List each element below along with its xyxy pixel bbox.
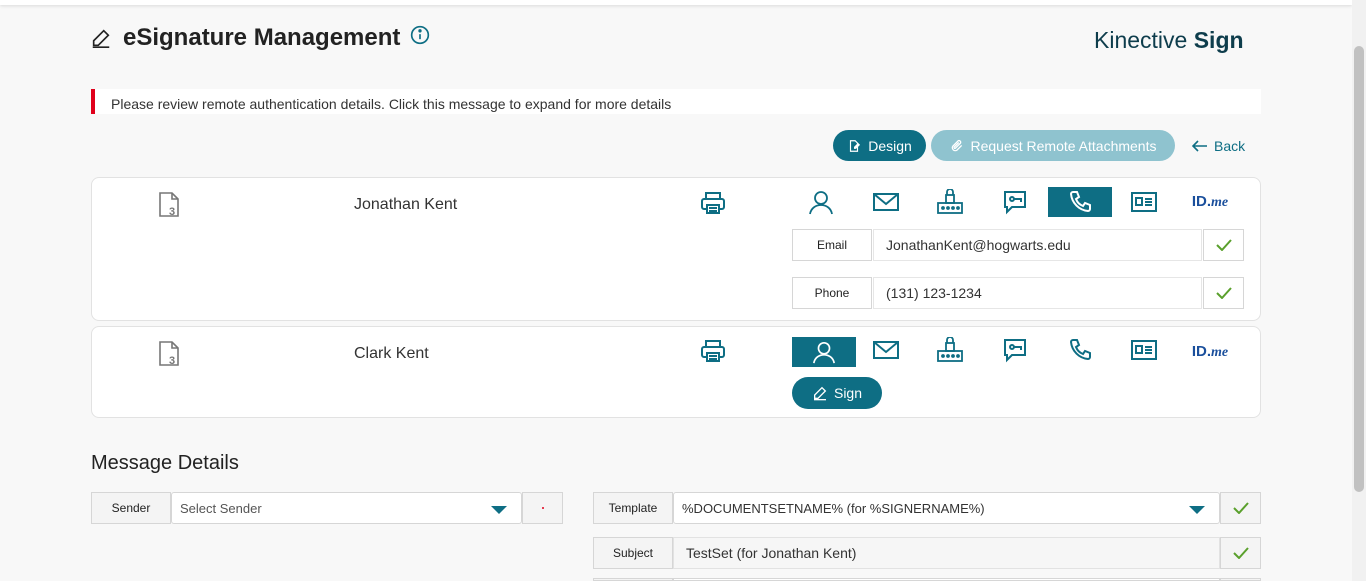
email-field-label: Email	[792, 229, 872, 261]
phone-auth-button[interactable]	[1048, 335, 1112, 365]
sign-label: Sign	[833, 385, 863, 401]
chevron-down-icon	[491, 506, 507, 514]
in-person-auth-button[interactable]	[792, 337, 856, 367]
scrollbar-thumb[interactable]	[1354, 46, 1364, 492]
signer-name: Jonathan Kent	[354, 196, 458, 213]
alert-text: Please review remote authentication deta…	[111, 96, 672, 112]
check-icon	[1232, 547, 1249, 559]
idme-auth-button[interactable]: ID.me	[1178, 187, 1242, 217]
phone-field-label: Phone	[792, 277, 872, 309]
person-icon	[809, 191, 833, 215]
arrow-left-icon	[1192, 140, 1207, 152]
chat-icon	[1004, 339, 1026, 363]
back-link[interactable]: Back	[1192, 138, 1245, 154]
svg-text:3: 3	[169, 355, 175, 367]
back-label: Back	[1214, 138, 1246, 154]
router-icon	[937, 189, 963, 214]
email-icon	[873, 193, 899, 211]
sender-placeholder: Select Sender	[180, 500, 262, 516]
sender-label: Sender	[91, 492, 171, 524]
idme-logo: ID.me	[1191, 343, 1229, 360]
svg-text:3: 3	[169, 206, 175, 218]
chat-icon	[1004, 191, 1026, 215]
person-icon	[813, 341, 835, 364]
phone-auth-button[interactable]	[1048, 187, 1112, 217]
email-auth-button[interactable]	[854, 335, 918, 365]
kba-auth-button[interactable]	[918, 335, 982, 365]
id-card-auth-button[interactable]	[1112, 187, 1176, 217]
idme-auth-button[interactable]: ID.me	[1178, 337, 1242, 367]
email-field[interactable]: JonathanKent@hogwarts.edu	[873, 229, 1202, 261]
sign-button[interactable]: Sign	[792, 377, 882, 409]
chevron-down-icon	[1189, 506, 1205, 514]
signer-card-clark: 3 Clark Kent ID.me Sign	[91, 326, 1261, 418]
id-card-icon	[1131, 340, 1157, 360]
sms-auth-button[interactable]	[983, 335, 1047, 365]
sms-auth-button[interactable]	[983, 187, 1047, 217]
phone-icon	[1069, 339, 1091, 361]
printer-icon[interactable]	[700, 191, 726, 215]
document-edit-icon	[850, 139, 861, 152]
paperclip-icon	[951, 139, 962, 151]
template-select[interactable]: %DOCUMENTSETNAME% (for %SIGNERNAME%)	[673, 492, 1220, 524]
document-count-icon[interactable]: 3	[158, 192, 180, 218]
template-check	[1220, 492, 1261, 524]
brand-text-light: Kinective	[1094, 27, 1188, 53]
check-icon	[1215, 287, 1232, 299]
signer-name: Clark Kent	[354, 345, 429, 362]
design-button[interactable]: Design	[833, 130, 926, 161]
email-icon	[873, 341, 899, 359]
brand-logo: Kinective Sign	[1094, 27, 1244, 54]
pen-icon	[813, 386, 827, 401]
kba-auth-button[interactable]	[918, 187, 982, 217]
id-card-auth-button[interactable]	[1112, 335, 1176, 365]
brand-text-bold: Sign	[1193, 27, 1244, 53]
scrollbar[interactable]	[1352, 0, 1366, 581]
top-bar	[0, 0, 1352, 5]
subject-label: Subject	[593, 537, 673, 569]
info-icon[interactable]	[410, 25, 430, 45]
template-label: Template	[593, 492, 673, 524]
design-label: Design	[868, 137, 912, 154]
email-verify-button[interactable]	[1203, 229, 1244, 261]
subject-check	[1220, 537, 1261, 569]
subject-field[interactable]: TestSet (for Jonathan Kent)	[673, 537, 1220, 569]
page-title: eSignature Management	[123, 24, 401, 51]
email-auth-button[interactable]	[854, 187, 918, 217]
id-card-icon	[1131, 192, 1157, 212]
document-count-icon[interactable]: 3	[158, 341, 180, 367]
page-header: eSignature Management	[90, 24, 430, 52]
phone-verify-button[interactable]	[1203, 277, 1244, 309]
idme-logo: ID.me	[1191, 193, 1229, 210]
sender-select[interactable]: Select Sender	[171, 492, 522, 524]
router-icon	[937, 337, 963, 362]
remote-label: Request Remote Attachments	[970, 137, 1157, 154]
signer-card-jonathan: 3 Jonathan Kent ID.me Email JonathanKent…	[91, 177, 1261, 321]
remote-auth-alert[interactable]: Please review remote authentication deta…	[91, 89, 1261, 114]
printer-icon[interactable]	[700, 339, 726, 363]
phone-icon	[1069, 191, 1091, 213]
phone-field[interactable]: (131) 123-1234	[873, 277, 1202, 309]
template-value: %DOCUMENTSETNAME% (for %SIGNERNAME%)	[682, 500, 985, 516]
check-icon	[1215, 239, 1232, 251]
request-remote-attachments-button[interactable]: Request Remote Attachments	[931, 130, 1175, 161]
sender-required-indicator	[522, 492, 563, 524]
in-person-auth-button[interactable]	[789, 187, 853, 217]
message-details-title: Message Details	[91, 452, 239, 474]
signature-pen-icon	[92, 29, 110, 48]
check-icon	[1232, 502, 1249, 514]
